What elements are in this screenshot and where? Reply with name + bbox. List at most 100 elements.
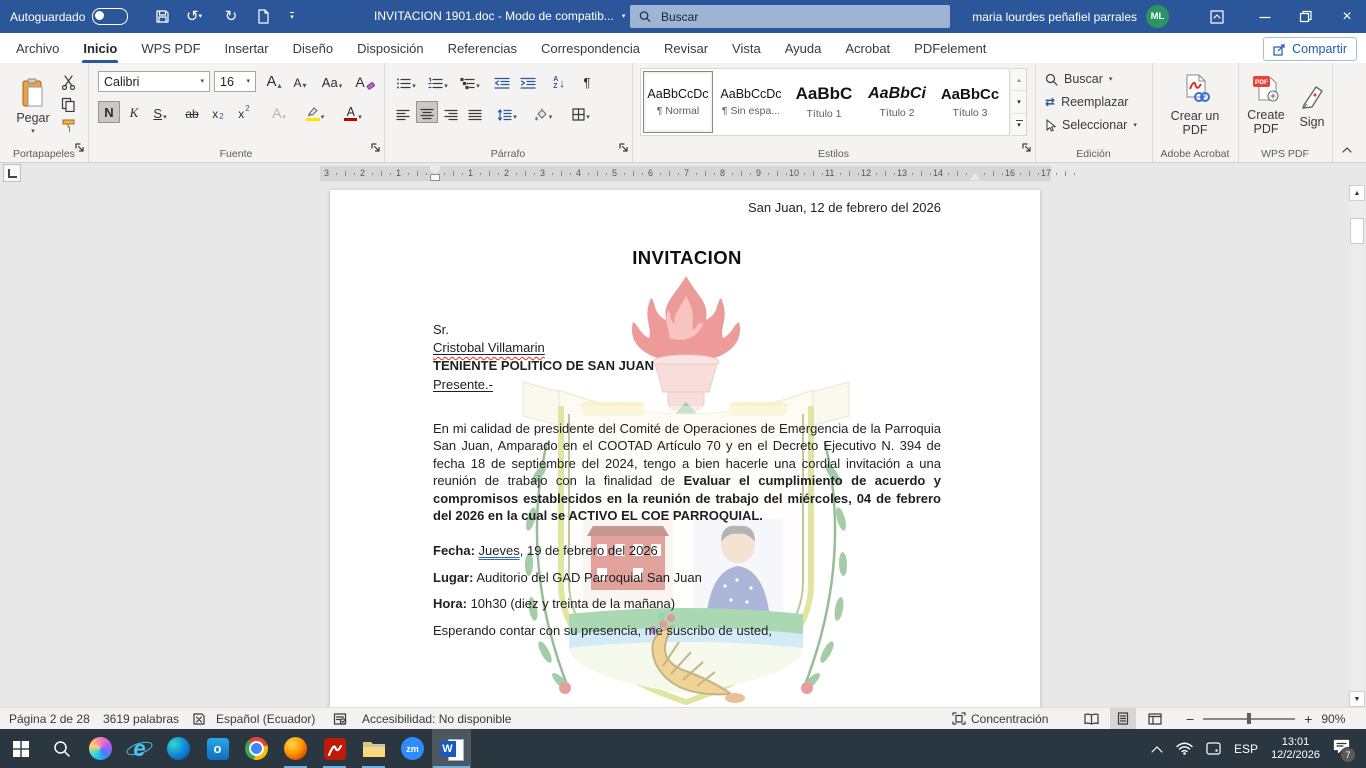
bullets-button[interactable]: ▾	[392, 70, 420, 92]
redo-button[interactable]: ↻	[219, 6, 243, 26]
undo-button[interactable]: ↺▾	[182, 6, 206, 26]
borders-button[interactable]: ▾	[564, 101, 598, 123]
create-pdf-acrobat-button[interactable]: Crear un PDF	[1152, 69, 1238, 141]
taskbar-copilot[interactable]	[81, 729, 120, 768]
clear-formatting-button[interactable]: A	[352, 70, 378, 92]
taskbar-file-explorer[interactable]	[354, 729, 393, 768]
web-layout-button[interactable]	[1142, 708, 1168, 729]
style-normal[interactable]: AaBbCcDc ¶ Normal	[643, 71, 713, 133]
tab-diseno[interactable]: Diseño	[281, 33, 345, 63]
notification-center-button[interactable]: 7	[1333, 739, 1350, 759]
change-case-button[interactable]: Aa▾	[316, 70, 348, 92]
taskbar-outlook[interactable]: o	[198, 729, 237, 768]
taskbar-zoom[interactable]: zm	[393, 729, 432, 768]
taskbar-acrobat[interactable]	[315, 729, 354, 768]
superscript-button[interactable]: x2	[232, 101, 256, 123]
copy-button[interactable]	[58, 95, 78, 113]
tab-revisar[interactable]: Revisar	[652, 33, 720, 63]
taskbar-firefox[interactable]	[276, 729, 315, 768]
select-button[interactable]: Seleccionar ▾	[1045, 118, 1137, 132]
start-button[interactable]	[0, 729, 42, 768]
align-left-button[interactable]	[392, 101, 414, 123]
collapse-ribbon-button[interactable]	[1336, 142, 1358, 158]
paragraph-dialog-launcher[interactable]	[619, 140, 629, 158]
multilevel-list-button[interactable]: ▾	[456, 70, 484, 92]
highlight-button[interactable]: ▾	[298, 101, 332, 123]
page-indicator[interactable]: Página 2 de 28	[9, 708, 90, 729]
styles-more-button[interactable]: ▾	[1012, 113, 1026, 135]
language-indicator[interactable]: ESP	[1234, 742, 1258, 756]
font-size-select[interactable]: 16▾	[214, 71, 256, 92]
left-indent-marker[interactable]	[431, 175, 439, 180]
increase-indent-button[interactable]	[516, 70, 540, 92]
zoom-in-button[interactable]: +	[1304, 711, 1312, 727]
focus-mode-button[interactable]: Concentración	[952, 708, 1048, 729]
align-right-button[interactable]	[440, 101, 462, 123]
taskbar-search[interactable]	[42, 729, 81, 768]
clipboard-dialog-launcher[interactable]	[75, 140, 85, 158]
paste-button[interactable]: Pegar ▾	[10, 69, 56, 143]
search-input[interactable]	[659, 9, 941, 25]
format-painter-button[interactable]	[58, 117, 78, 135]
word-count[interactable]: 3619 palabras	[103, 708, 179, 729]
search-box[interactable]	[630, 5, 950, 28]
scroll-up-button[interactable]: ▲	[1349, 185, 1365, 201]
style-no-spacing[interactable]: AaBbCcDc ¶ Sin espa...	[716, 71, 786, 133]
decrease-indent-button[interactable]	[490, 70, 514, 92]
styles-dialog-launcher[interactable]	[1022, 140, 1032, 158]
style-heading1[interactable]: AaBbC Título 1	[789, 71, 859, 133]
customize-qat-button[interactable]: ▾	[280, 6, 304, 26]
strikethrough-button[interactable]: ab	[180, 101, 204, 123]
clock[interactable]: 13:01 12/2/2026	[1271, 736, 1320, 762]
tab-pdfelement[interactable]: PDFelement	[902, 33, 998, 63]
tab-stop-selector[interactable]	[3, 164, 21, 182]
cut-button[interactable]	[58, 73, 78, 91]
proofing-status-button[interactable]	[192, 708, 206, 729]
right-indent-marker[interactable]	[970, 173, 980, 180]
print-layout-button[interactable]	[1110, 708, 1136, 729]
tab-insertar[interactable]: Insertar	[213, 33, 281, 63]
numbering-button[interactable]: ▾	[424, 70, 452, 92]
share-button[interactable]: Compartir	[1263, 37, 1357, 61]
tab-archivo[interactable]: Archivo	[4, 33, 71, 63]
tab-correspondencia[interactable]: Correspondencia	[529, 33, 652, 63]
taskbar-edge[interactable]	[159, 729, 198, 768]
editor-button[interactable]	[333, 708, 347, 729]
accessibility-status[interactable]: Accesibilidad: No disponible	[362, 708, 511, 729]
vertical-scrollbar[interactable]: ▲ ▼	[1349, 185, 1365, 707]
tablet-mode-icon[interactable]	[1206, 742, 1221, 755]
style-heading2[interactable]: AaBbCi Título 2	[862, 71, 932, 133]
wps-sign-button[interactable]: Sign	[1294, 69, 1330, 141]
line-spacing-button[interactable]: ▾	[492, 101, 522, 123]
wifi-icon[interactable]	[1176, 742, 1193, 755]
zoom-out-button[interactable]: −	[1186, 711, 1194, 727]
avatar[interactable]: ML	[1146, 5, 1169, 28]
italic-button[interactable]: K	[124, 101, 144, 123]
first-line-indent-marker[interactable]	[430, 166, 440, 174]
font-family-select[interactable]: Calibri▾	[98, 71, 210, 92]
tab-acrobat[interactable]: Acrobat	[833, 33, 902, 63]
zoom-slider[interactable]	[1203, 718, 1295, 720]
scroll-down-button[interactable]: ▼	[1349, 691, 1365, 707]
minimize-button[interactable]	[1248, 0, 1282, 33]
text-effects-button[interactable]: A▾	[264, 101, 294, 123]
save-button[interactable]	[150, 6, 174, 26]
chevron-down-icon[interactable]: ▾	[622, 13, 626, 20]
tab-ayuda[interactable]: Ayuda	[773, 33, 834, 63]
styles-scroll-down-button[interactable]: ▾	[1012, 90, 1026, 112]
style-heading3[interactable]: AaBbCc Título 3	[935, 71, 1005, 133]
autosave-control[interactable]: Autoguardado	[10, 8, 128, 25]
sort-button[interactable]: A Z ↓	[546, 70, 572, 92]
align-center-button[interactable]	[416, 101, 438, 123]
new-document-button[interactable]	[251, 6, 275, 26]
underline-button[interactable]: S▾	[146, 101, 174, 123]
account-name[interactable]: maria lourdes peñafiel parrales	[972, 10, 1137, 24]
ribbon-display-options-button[interactable]	[1200, 0, 1234, 33]
wps-create-pdf-button[interactable]: PDF Create PDF	[1240, 69, 1292, 141]
tab-disposicion[interactable]: Disposición	[345, 33, 435, 63]
horizontal-ruler[interactable]: 32112345678910111213141617	[320, 166, 1051, 181]
show-marks-button[interactable]: ¶	[576, 70, 598, 92]
bold-button[interactable]: N	[98, 101, 120, 123]
scrollbar-thumb[interactable]	[1350, 218, 1364, 244]
find-button[interactable]: Buscar ▾	[1045, 72, 1112, 86]
